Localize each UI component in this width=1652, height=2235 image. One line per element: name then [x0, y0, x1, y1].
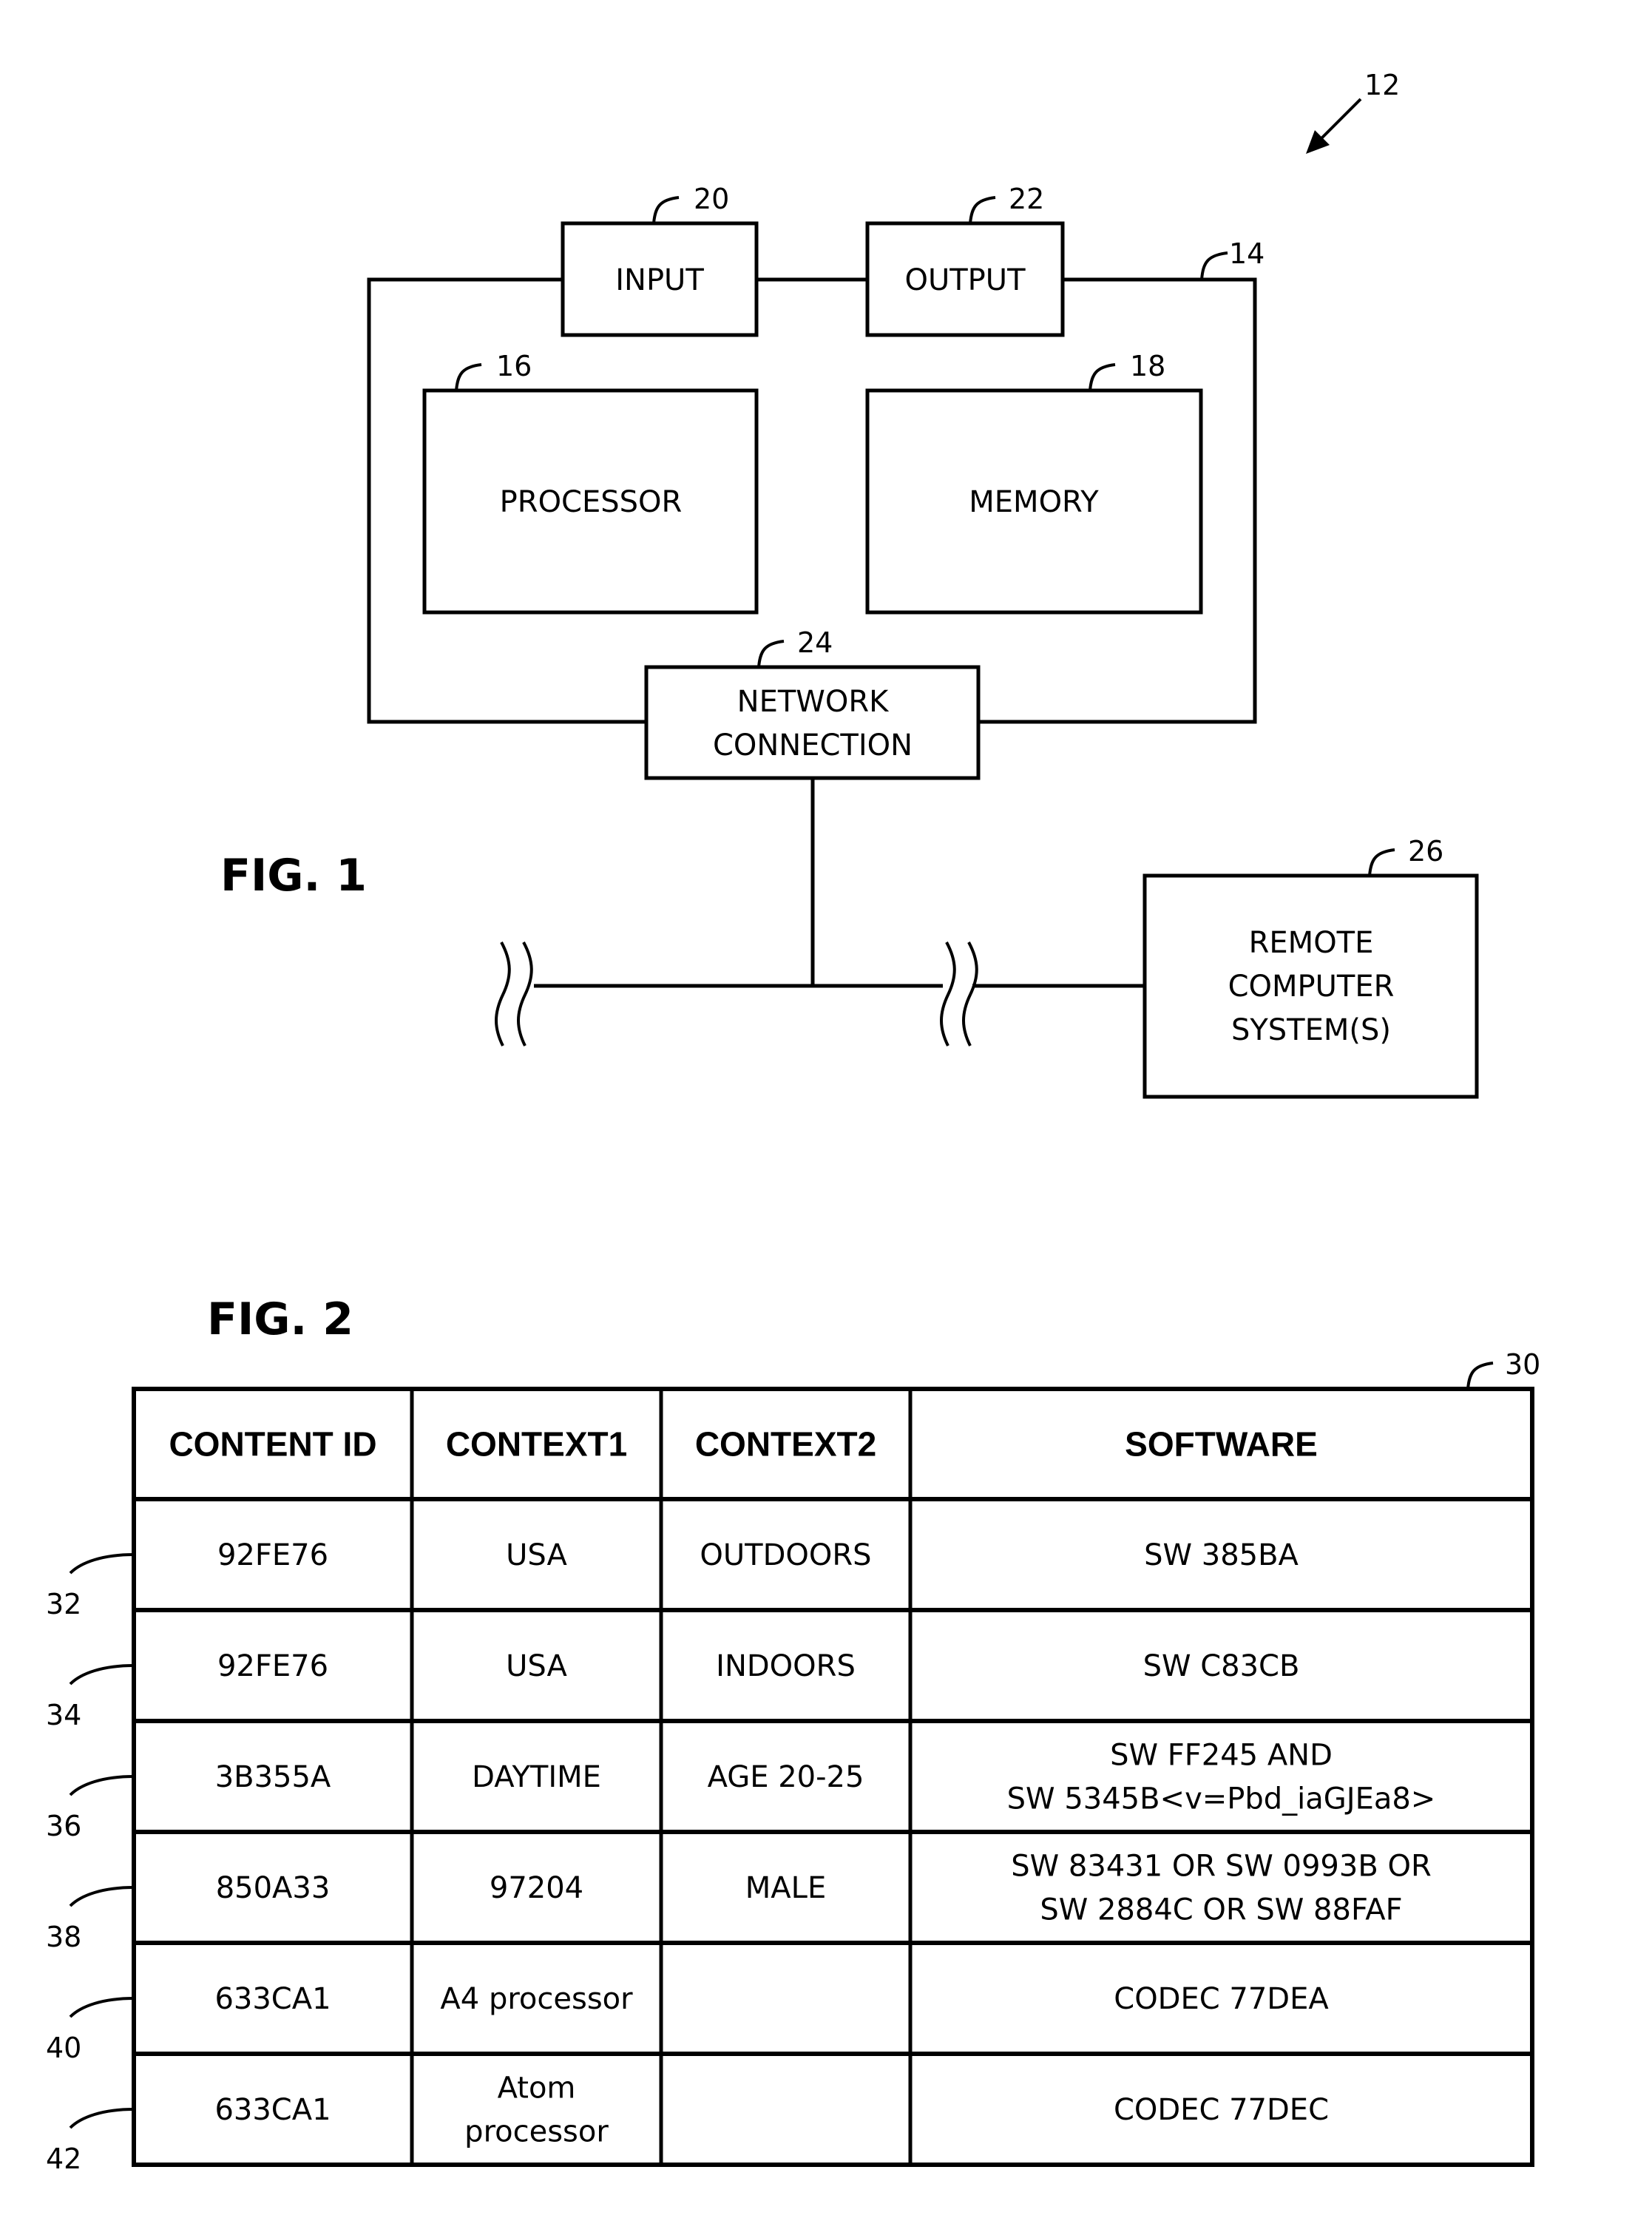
leader-line	[69, 1997, 135, 2018]
memory-box: MEMORY 18	[865, 350, 1203, 615]
leader-line	[69, 1775, 135, 1796]
memory-label: MEMORY	[969, 485, 1099, 519]
ref-label-26: 26	[1408, 835, 1443, 868]
figure-1-title: FIG. 1	[220, 850, 367, 902]
table-cell: USA	[506, 1649, 567, 1683]
table-cell: MALE	[745, 1871, 826, 1905]
input-box: INPUT 20	[561, 183, 759, 337]
arrow-icon	[1306, 98, 1362, 154]
table-cell: 92FE76	[217, 1538, 328, 1572]
figure-2: FIG. 2 30 CONTENT ID CONTEXT1 CONTEXT2 SOFT…	[46, 1294, 1540, 2175]
table-cell: USA	[506, 1538, 567, 1572]
table-cell: 92FE76	[217, 1649, 328, 1683]
row-ref-label: 36	[46, 1810, 81, 1842]
table-cell: SW 83431 OR SW 0993B OR	[1011, 1850, 1432, 1884]
output-box: OUTPUT 22	[865, 183, 1065, 337]
network-label-line-1: NETWORK	[737, 685, 890, 719]
remote-label-line-3: SYSTEM(S)	[1231, 1013, 1391, 1047]
network-label-line-2: CONNECTION	[713, 728, 913, 763]
network-bus	[534, 778, 1145, 988]
table-cell: processor	[464, 2115, 609, 2149]
table-cell: 97204	[490, 1871, 583, 1905]
ref-label-14: 14	[1229, 237, 1265, 270]
table-cell: SW 5345B<v=Pbd_iaGJEa8>	[1007, 1782, 1436, 1816]
table-header-cell: SOFTWARE	[1125, 1425, 1318, 1464]
figure-1: 12 14 INPUT 20 OUTPUT 22 PROCESSOR 16 ME…	[220, 69, 1479, 1099]
table-cell: 633CA1	[214, 1982, 331, 2016]
row-ref-label: 42	[46, 2143, 81, 2175]
break-symbol-left-icon	[495, 941, 533, 1047]
table-cell: SW 385BA	[1144, 1538, 1299, 1572]
content-table: CONTENT ID CONTEXT1 CONTEXT2 SOFTWARE 92FE76…	[46, 1387, 1534, 2175]
table-cell: AGE 20-25	[708, 1760, 864, 1794]
ref-label-20: 20	[694, 183, 729, 215]
leader-line	[69, 1553, 135, 1575]
table-cell: SW C83CB	[1143, 1649, 1300, 1683]
leader-line	[69, 2108, 135, 2129]
row-ref-label: 32	[46, 1588, 81, 1620]
table-cell: DAYTIME	[472, 1760, 601, 1794]
table-cell: SW FF245 AND	[1110, 1739, 1333, 1773]
table-cell: CODEC 77DEA	[1114, 1982, 1329, 2016]
remote-computer-box: REMOTE COMPUTER SYSTEM(S) 26	[1142, 835, 1479, 1099]
figure-2-title: FIG. 2	[207, 1294, 353, 1345]
ref-label-24: 24	[797, 626, 833, 659]
leader-line	[69, 1886, 135, 1907]
table-cell: Atom	[498, 2072, 576, 2106]
table-header-cell: CONTEXT2	[695, 1425, 876, 1464]
ref-label-30: 30	[1505, 1348, 1540, 1381]
ref-label-16: 16	[496, 350, 532, 382]
row-ref-label: 38	[46, 1921, 81, 1953]
leader-line	[69, 1664, 135, 1685]
row-ref-label: 34	[46, 1699, 81, 1731]
table-header-cell: CONTEXT1	[446, 1425, 627, 1464]
remote-label-line-1: REMOTE	[1249, 926, 1374, 960]
output-label: OUTPUT	[904, 263, 1026, 297]
table-cell: 633CA1	[214, 2093, 331, 2127]
table-cell: 850A33	[216, 1871, 331, 1905]
table-cell: INDOORS	[716, 1649, 856, 1683]
table-header-cell: CONTENT ID	[169, 1425, 376, 1464]
leader-line	[1466, 1362, 1494, 1390]
row-ref-label: 40	[46, 2032, 81, 2064]
table-cell: OUTDOORS	[700, 1538, 871, 1572]
table-cell: 3B355A	[215, 1760, 331, 1794]
ref-label-12: 12	[1364, 69, 1400, 101]
ref-label-22: 22	[1009, 183, 1044, 215]
patent-drawing: 12 14 INPUT 20 OUTPUT 22 PROCESSOR 16 ME…	[46, 69, 1540, 2175]
input-label: INPUT	[615, 263, 704, 297]
table-cell: CODEC 77DEC	[1114, 2093, 1329, 2127]
network-connection-box: NETWORK CONNECTION 24	[644, 626, 981, 780]
table-cell: SW 2884C OR SW 88FAF	[1040, 1893, 1402, 1927]
processor-box: PROCESSOR 16	[422, 350, 759, 615]
remote-label-line-2: COMPUTER	[1228, 970, 1395, 1004]
processor-label: PROCESSOR	[500, 485, 683, 519]
leader-line	[1200, 251, 1228, 280]
ref-label-18: 18	[1130, 350, 1165, 382]
table-cell: A4 processor	[440, 1982, 633, 2016]
break-symbol-right-icon	[940, 941, 978, 1047]
